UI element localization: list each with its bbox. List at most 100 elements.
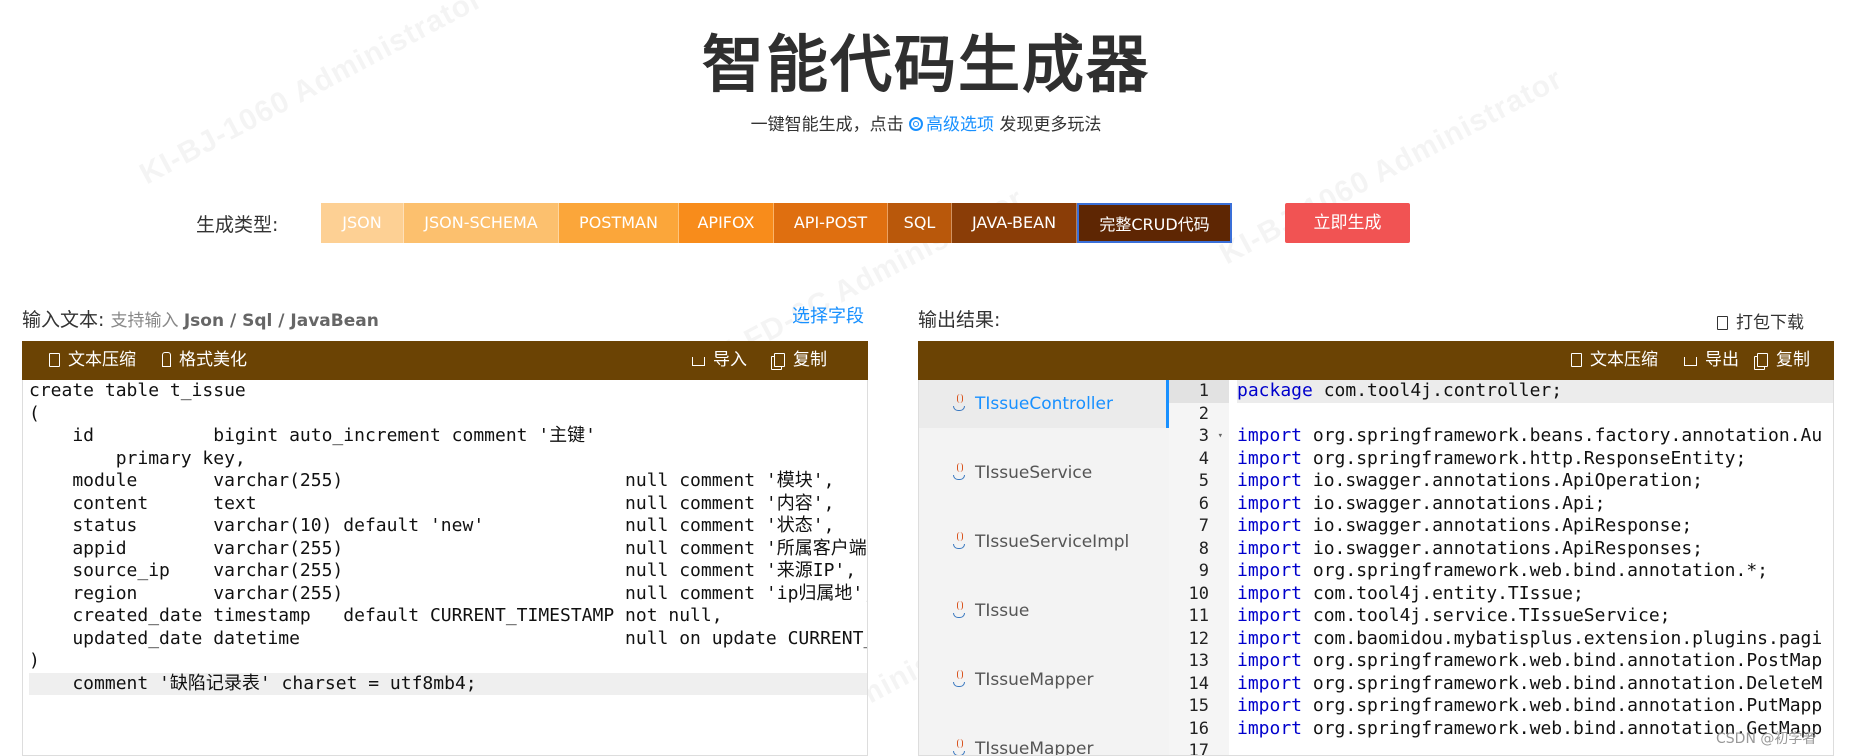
- file-list: TIssueController TIssueService TIssueSer…: [919, 380, 1169, 755]
- line-number: 4: [1198, 448, 1209, 469]
- page-title: 智能代码生成器: [701, 28, 1150, 101]
- code-line: import com.baomidou.mybatisplus.extensio…: [1237, 627, 1823, 649]
- output-code[interactable]: package com.tool4j.controller; import or…: [1237, 380, 1833, 740]
- file-item[interactable]: TIssueController: [919, 380, 1169, 428]
- input-editor[interactable]: create table t_issue( id bigint auto_inc…: [22, 380, 868, 756]
- file-item[interactable]: TIssueMapper: [919, 725, 1169, 755]
- code-line: import io.swagger.annotations.ApiOperati…: [1237, 470, 1703, 491]
- file-item[interactable]: TIssueService: [919, 449, 1169, 497]
- line-number: 9: [1198, 561, 1209, 581]
- line-number: 15: [1188, 696, 1209, 716]
- code-line: updated_date datetime null on update CUR…: [72, 627, 868, 649]
- input-hint: 支持输入 Json / Sql / JavaBean: [110, 311, 379, 331]
- tab-postman[interactable]: POSTMAN: [559, 203, 679, 243]
- code-line: module varchar(255) null comment '模块',: [29, 470, 835, 491]
- select-field-link[interactable]: 选择字段: [792, 302, 864, 328]
- upload-icon: [692, 357, 705, 366]
- input-label: 输入文本: 支持输入 Json / Sql / JavaBean: [22, 309, 379, 331]
- code-line: import org.springframework.http.Response…: [1237, 447, 1747, 469]
- compress-button[interactable]: 文本压缩: [49, 341, 136, 380]
- import-button[interactable]: 导入: [692, 341, 747, 380]
- gen-type-label: 生成类型:: [196, 214, 279, 236]
- code-line: import io.swagger.annotations.ApiRespons…: [1237, 515, 1693, 536]
- line-number: 13: [1188, 651, 1209, 671]
- line-number-gutter: 1 2 3 ▾ 4 5 6 7 8 9 10 11 12 13 14 15 16 17: [1169, 380, 1229, 755]
- code-line: region varchar(255) null comment 'ip归属地'…: [29, 582, 868, 604]
- line-number: 8: [1198, 538, 1209, 559]
- code-line: appid varchar(255) null comment '所属客户端',: [29, 537, 868, 559]
- java-file-icon: [951, 394, 967, 412]
- subtitle-text: 一键智能生成，点击: [750, 115, 904, 135]
- line-number: 11: [1188, 606, 1209, 626]
- line-number: 16: [1188, 718, 1209, 739]
- tab-java-bean[interactable]: JAVA-BEAN: [952, 203, 1077, 243]
- tab-apifox[interactable]: APIFOX: [679, 203, 774, 243]
- export-button[interactable]: 导出: [1684, 341, 1739, 380]
- download-icon: [1717, 316, 1728, 330]
- code-line: import com.tool4j.entity.TIssue;: [1237, 582, 1584, 604]
- gen-type-tabs: JSON JSON-SCHEMA POSTMAN APIFOX API-POST…: [321, 203, 1232, 243]
- line-number: 5: [1198, 471, 1209, 491]
- code-line: comment '缺陷记录表' charset = utf8mb4;: [29, 672, 867, 695]
- output-copy-button[interactable]: 复制: [1757, 341, 1810, 380]
- code-line: import com.tool4j.service.TIssueService;: [1237, 605, 1671, 626]
- line-number: 1: [1169, 380, 1229, 403]
- line-number: 10: [1188, 583, 1209, 604]
- tab-crud[interactable]: 完整CRUD代码: [1077, 203, 1232, 243]
- code-line: import io.swagger.annotations.Api;: [1237, 492, 1606, 514]
- file-icon: [49, 353, 60, 367]
- output-label: 输出结果:: [918, 309, 1001, 331]
- generate-button[interactable]: 立即生成: [1285, 203, 1410, 243]
- code-line: create table t_issue: [29, 380, 246, 401]
- line-number: 14: [1188, 673, 1209, 694]
- code-line: created_date timestamp default CURRENT_T…: [29, 605, 723, 626]
- line-number: 7: [1198, 516, 1209, 536]
- code-line: import org.springframework.beans.factory…: [1237, 425, 1823, 446]
- copy-icon: [774, 353, 785, 367]
- java-file-icon: [951, 601, 967, 619]
- copy-button[interactable]: 复制: [774, 341, 827, 380]
- code-line: import org.springframework.web.bind.anno…: [1237, 672, 1823, 694]
- code-line: import io.swagger.annotations.ApiRespons…: [1237, 537, 1703, 559]
- output-compress-button[interactable]: 文本压缩: [1571, 341, 1658, 380]
- file-item[interactable]: TIssueMapper: [919, 656, 1169, 704]
- download-icon: [1684, 357, 1697, 366]
- download-button[interactable]: 打包下载: [1717, 308, 1804, 333]
- advanced-options-link[interactable]: 高级选项: [909, 115, 994, 135]
- code-line: (: [29, 402, 40, 424]
- tab-sql[interactable]: SQL: [888, 203, 952, 243]
- code-line: primary key,: [29, 447, 246, 469]
- code-line: import org.springframework.web.bind.anno…: [1237, 560, 1769, 581]
- subtitle-text: 发现更多玩法: [999, 115, 1102, 135]
- code-line: import org.springframework.web.bind.anno…: [1237, 695, 1823, 716]
- code-line: id bigint auto_increment comment '主键': [29, 425, 597, 446]
- footer-credit: CSDN @初学者: [1716, 731, 1817, 747]
- copy-icon: [1757, 353, 1768, 367]
- tab-api-post[interactable]: API-POST: [774, 203, 888, 243]
- file-item[interactable]: TIssue: [919, 587, 1169, 635]
- fold-icon[interactable]: ▾: [1218, 425, 1223, 448]
- code-line: status varchar(10) default 'new' null co…: [29, 515, 835, 536]
- line-number: 3 ▾: [1198, 425, 1223, 448]
- code-line: import org.springframework.web.bind.anno…: [1237, 650, 1823, 671]
- beautify-button[interactable]: 格式美化: [162, 341, 247, 380]
- java-file-icon: [951, 463, 967, 481]
- file-item[interactable]: TIssueServiceImpl: [919, 518, 1169, 566]
- java-file-icon: [951, 532, 967, 550]
- input-toolbar: 文本压缩 格式美化 导入 复制: [22, 341, 868, 380]
- tab-json[interactable]: JSON: [321, 203, 404, 243]
- code-line: content text null comment '内容',: [29, 492, 835, 514]
- code-line: ): [29, 650, 40, 671]
- java-file-icon: [951, 670, 967, 688]
- code-line: package com.tool4j.controller;: [1237, 380, 1833, 403]
- gear-icon: [909, 117, 923, 131]
- output-panel: TIssueController TIssueService TIssueSer…: [918, 380, 1834, 756]
- line-number: 2: [1198, 403, 1209, 424]
- code-line: source_ip varchar(255) null comment '来源I…: [29, 560, 857, 581]
- output-toolbar: 文本压缩 导出 复制: [918, 341, 1834, 380]
- java-file-icon: [951, 739, 967, 755]
- brush-icon: [162, 352, 171, 367]
- file-icon: [1571, 353, 1582, 367]
- tab-json-schema[interactable]: JSON-SCHEMA: [404, 203, 559, 243]
